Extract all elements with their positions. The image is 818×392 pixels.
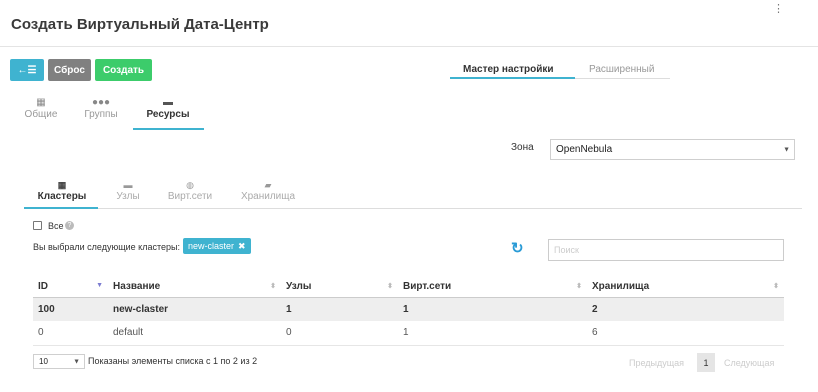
refresh-icon[interactable]: ↻ xyxy=(511,241,524,256)
cell-vnets: 1 xyxy=(398,321,587,346)
column-hosts-label: Узлы xyxy=(286,281,312,293)
tab-resources[interactable]: ▬ Ресурсы xyxy=(133,97,203,120)
cell-name: new-claster xyxy=(108,297,281,321)
current-page-button[interactable]: 1 xyxy=(697,353,715,372)
column-header-vnets[interactable]: Вирт.сети ⬍ xyxy=(398,277,587,298)
cell-hosts: 0 xyxy=(281,321,398,346)
sort-icon: ⬍ xyxy=(270,283,276,290)
select-all-label: Все xyxy=(48,221,64,231)
column-id-label: ID xyxy=(38,281,48,293)
column-header-name[interactable]: Название ⬍ xyxy=(108,277,281,298)
table-row[interactable]: 100 new-claster 1 1 2 xyxy=(33,297,784,321)
tab-clusters[interactable]: ▦ Кластеры xyxy=(27,180,97,202)
tab-hosts[interactable]: ▬ Узлы xyxy=(93,180,163,202)
server-icon: ▬ xyxy=(163,97,173,108)
clusters-tab-indicator xyxy=(24,207,98,209)
zone-label: Зона xyxy=(511,142,534,153)
column-vnets-label: Вирт.сети xyxy=(403,281,452,293)
back-to-list-button[interactable]: ←☰ xyxy=(10,59,44,81)
folder-icon: ▰ xyxy=(264,180,272,190)
cell-vnets: 1 xyxy=(398,297,587,321)
tab-resources-label: Ресурсы xyxy=(146,109,190,120)
cell-datastores: 2 xyxy=(587,297,784,321)
tab-vnets-label: Вирт.сети xyxy=(167,191,213,202)
table-row[interactable]: 0 default 0 1 6 xyxy=(33,321,784,346)
cell-datastores: 6 xyxy=(587,321,784,346)
tab-groups-label: Группы xyxy=(84,109,118,120)
sort-icon: ⬍ xyxy=(576,283,582,290)
chevron-down-icon: ▼ xyxy=(783,146,790,153)
chosen-cluster-tag-label: new-claster xyxy=(188,241,235,251)
wizard-tab-indicator xyxy=(450,77,575,79)
chevron-down-icon: ▼ xyxy=(73,358,80,365)
tab-datastores[interactable]: ▰ Хранилища xyxy=(233,180,303,202)
cell-name: default xyxy=(108,321,281,346)
globe-icon: ◍ xyxy=(186,180,194,190)
hdd-icon: ▬ xyxy=(123,180,133,190)
tab-vnets[interactable]: ◍ Вирт.сети xyxy=(155,180,225,202)
column-header-datastores[interactable]: Хранилища ⬍ xyxy=(587,277,784,298)
cell-id: 0 xyxy=(33,321,108,346)
page-length-select[interactable]: 10 ▼ xyxy=(33,354,85,369)
cell-id: 100 xyxy=(33,297,108,321)
page-title: Создать Виртуальный Дата-Центр xyxy=(11,16,269,33)
tab-general-label: Общие xyxy=(24,109,58,120)
column-name-label: Название xyxy=(113,281,161,293)
more-icon[interactable]: ⋮ xyxy=(773,2,784,15)
table-info: Показаны элементы списка с 1 по 2 из 2 xyxy=(88,356,258,366)
back-list-icon: ←☰ xyxy=(17,64,37,76)
tab-hosts-label: Узлы xyxy=(116,191,140,202)
resources-tab-indicator xyxy=(133,128,204,130)
chosen-cluster-tag: new-claster ✖ xyxy=(183,238,251,254)
zone-select[interactable]: OpenNebula ▼ xyxy=(550,139,795,160)
reset-button[interactable]: Сброс xyxy=(48,59,91,81)
subtabs-underline xyxy=(24,208,802,209)
mode-tabs-underline xyxy=(575,78,670,79)
users-icon: ●●● xyxy=(91,97,111,108)
clusters-table: ID ▼ Название ⬍ Узлы ⬍ Вирт.сети ⬍ Хранилища… xyxy=(33,277,784,346)
page-length-value: 10 xyxy=(39,357,48,366)
sort-desc-icon: ▼ xyxy=(96,282,103,289)
next-page-button[interactable]: Следующая xyxy=(724,358,774,368)
tab-datastores-label: Хранилища xyxy=(240,191,296,202)
tab-advanced[interactable]: Расширенный xyxy=(589,64,654,79)
tab-clusters-label: Кластеры xyxy=(37,191,87,202)
remove-tag-icon[interactable]: ✖ xyxy=(238,241,246,252)
previous-page-button[interactable]: Предыдущая xyxy=(629,358,684,368)
th-icon: ▦ xyxy=(57,180,67,190)
header-divider xyxy=(0,46,818,47)
create-button[interactable]: Создать xyxy=(95,59,152,81)
sort-icon: ⬍ xyxy=(387,283,393,290)
search-input[interactable]: Поиск xyxy=(548,239,784,261)
help-icon[interactable]: ? xyxy=(65,221,74,230)
select-all-checkbox[interactable] xyxy=(33,221,42,230)
tab-groups[interactable]: ●●● Группы xyxy=(66,97,136,120)
chosen-clusters-label: Вы выбрали следующие кластеры: xyxy=(33,242,180,252)
column-header-hosts[interactable]: Узлы ⬍ xyxy=(281,277,398,298)
sort-icon: ⬍ xyxy=(773,283,779,290)
cell-hosts: 1 xyxy=(281,297,398,321)
column-datastores-label: Хранилища xyxy=(592,281,650,293)
column-header-id[interactable]: ID ▼ xyxy=(33,277,108,298)
zone-select-value: OpenNebula xyxy=(556,144,613,155)
